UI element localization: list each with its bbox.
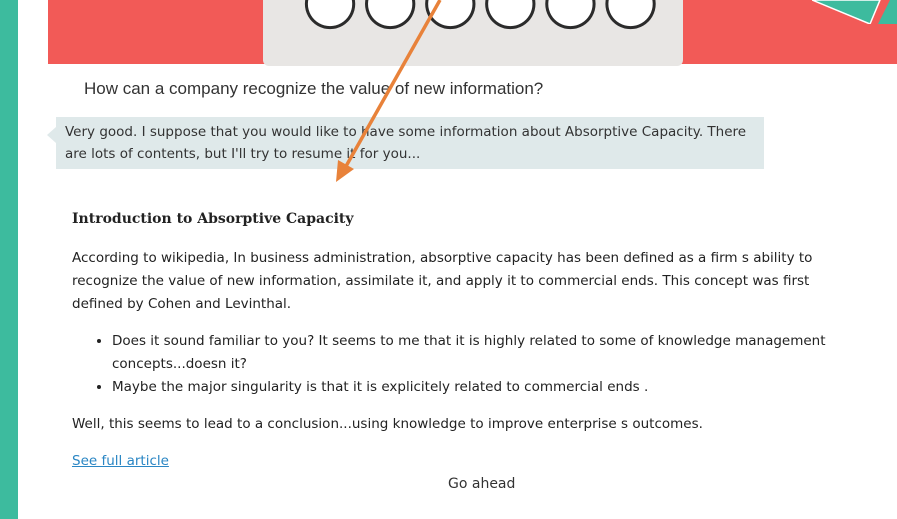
article: Introduction to Absorptive Capacity Acco… <box>72 208 852 473</box>
bot-reply-bubble: Very good. I suppose that you would like… <box>47 117 764 169</box>
go-ahead-button[interactable]: Go ahead <box>448 476 515 492</box>
corner-decoration <box>812 0 897 24</box>
article-conclusion: Well, this seems to lead to a conclusion… <box>72 416 703 432</box>
bot-reply-text: Very good. I suppose that you would like… <box>65 124 747 162</box>
header-banner: ●●●●●● <box>48 0 897 66</box>
article-title: Introduction to Absorptive Capacity <box>72 211 354 227</box>
banner-image: ●●●●●● <box>263 0 683 66</box>
article-intro: According to wikipedia, In business admi… <box>72 250 813 312</box>
article-bullet: Does it sound familiar to you? It seems … <box>112 330 852 376</box>
user-question: How can a company recognize the value of… <box>84 79 544 98</box>
article-bullet-list: Does it sound familiar to you? It seems … <box>72 330 852 399</box>
article-bullet: Maybe the major singularity is that it i… <box>112 376 852 399</box>
see-full-article-link[interactable]: See full article <box>72 453 169 469</box>
banner-graphic: ●●●●●● <box>302 0 664 37</box>
